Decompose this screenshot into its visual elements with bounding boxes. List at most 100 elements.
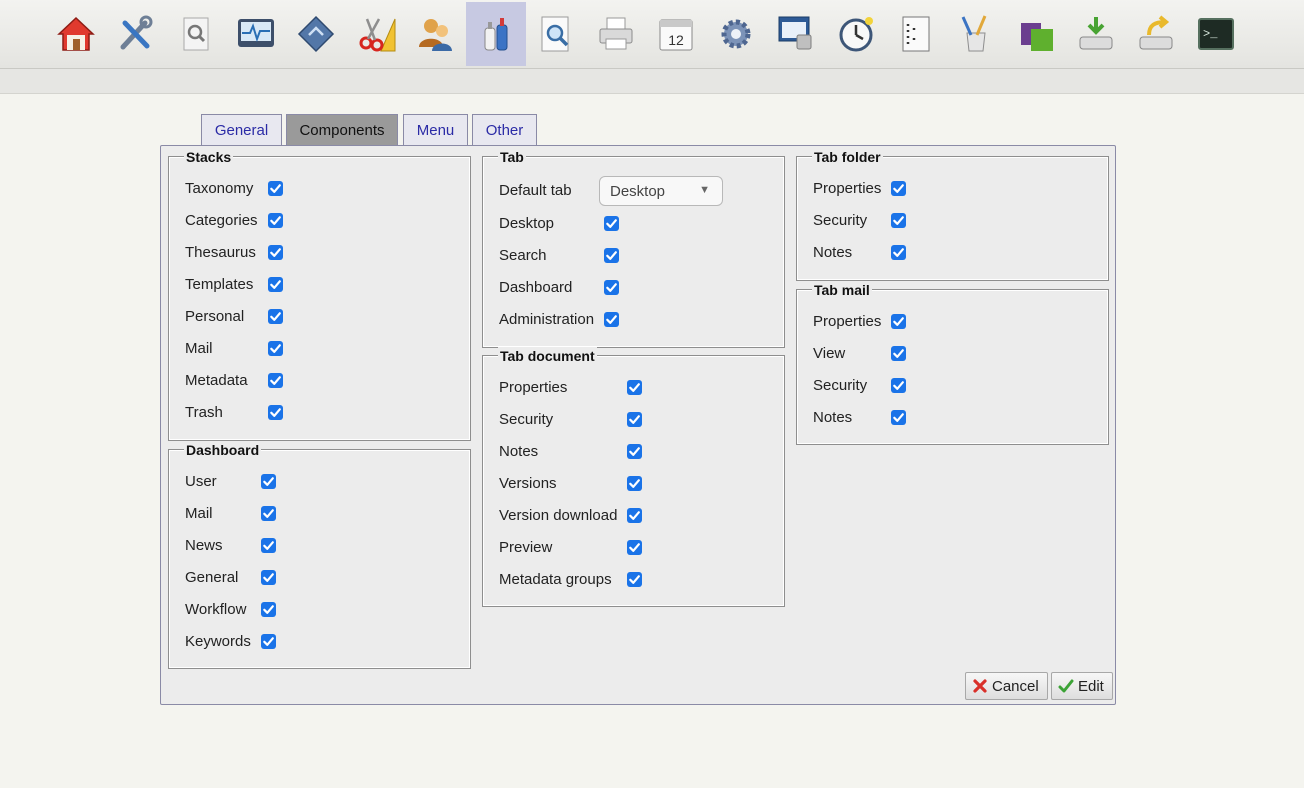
- default-tab-select[interactable]: Desktop ▼: [599, 176, 723, 206]
- stacks-checkbox-personal[interactable]: [268, 309, 283, 324]
- tab-folder-fieldset: Tab folder Properties Security Notes: [796, 148, 1109, 281]
- upload-drive-icon: [1139, 15, 1173, 50]
- dashboard-checkbox-mail[interactable]: [261, 506, 276, 521]
- toolbar-button-scissors[interactable]: [346, 2, 406, 66]
- toolbar-button-bottles[interactable]: [466, 2, 526, 66]
- search-document-icon: [183, 17, 209, 51]
- stacks-checkbox-taxonomy[interactable]: [268, 181, 283, 196]
- tools-icon: [120, 15, 153, 50]
- toolbar-button-home[interactable]: [46, 2, 106, 66]
- tab-label-administration: Administration: [499, 311, 595, 328]
- edit-label: Edit: [1078, 677, 1104, 695]
- tab-document-checkbox-versions[interactable]: [627, 476, 642, 491]
- stacks-label-trash: Trash: [185, 404, 223, 421]
- toolbar-button-calendar[interactable]: 12: [646, 2, 706, 66]
- tab-folder-checkbox-notes[interactable]: [891, 245, 906, 260]
- toolbar-button-clock[interactable]: [826, 2, 886, 66]
- stacks-checkbox-thesaurus[interactable]: [268, 245, 283, 260]
- stacks-label-taxonomy: Taxonomy: [185, 180, 254, 197]
- cubes-icon: [1021, 23, 1053, 51]
- stacks-checkbox-categories[interactable]: [268, 213, 283, 228]
- paintbrush-cup-icon: [961, 15, 987, 52]
- list-icon: [902, 16, 930, 52]
- main-toolbar: 12 >_: [0, 0, 1304, 69]
- stacks-label-thesaurus: Thesaurus: [185, 244, 256, 261]
- tab-label-desktop: Desktop: [499, 215, 555, 232]
- stacks-legend: Stacks: [184, 148, 234, 166]
- toolbar-button-terminal[interactable]: >_: [1186, 2, 1246, 66]
- stacks-checkbox-mail[interactable]: [268, 341, 283, 356]
- tab-checkbox-search[interactable]: [604, 248, 619, 263]
- tab-document-checkbox-notes[interactable]: [627, 444, 642, 459]
- toolbar-button-magnifier[interactable]: [526, 2, 586, 66]
- tab-mail-checkbox-properties[interactable]: [891, 314, 906, 329]
- toolbar-button-upload[interactable]: [1126, 2, 1186, 66]
- dashboard-checkbox-keywords[interactable]: [261, 634, 276, 649]
- toolbar-button-network[interactable]: [766, 2, 826, 66]
- components-panel: Stacks Taxonomy Categories Thesaurus Templa…: [160, 145, 1116, 705]
- tab-mail-label-notes: Notes: [813, 409, 853, 426]
- tab-document-checkbox-properties[interactable]: [627, 380, 642, 395]
- dashboard-legend: Dashboard: [184, 441, 262, 459]
- tab-mail-checkbox-notes[interactable]: [891, 410, 906, 425]
- dashboard-label-keywords: Keywords: [185, 633, 251, 650]
- stacks-checkbox-metadata[interactable]: [268, 373, 283, 388]
- tab-other[interactable]: Other: [472, 114, 537, 145]
- tab-mail-fieldset: Tab mail Properties View Security Notes: [796, 281, 1109, 445]
- tab-components[interactable]: Components: [286, 114, 398, 145]
- bottles-icon: [484, 18, 508, 51]
- toolbar-button-cubes[interactable]: [1006, 2, 1066, 66]
- toolbar-button-paint[interactable]: [946, 2, 1006, 66]
- calendar-icon: 12: [659, 19, 693, 51]
- toolbar-button-download[interactable]: [1066, 2, 1126, 66]
- dashboard-label-mail: Mail: [185, 505, 213, 522]
- tab-document-label-notes: Notes: [499, 443, 539, 460]
- tab-checkbox-desktop[interactable]: [604, 216, 619, 231]
- cancel-button[interactable]: Cancel: [965, 672, 1048, 700]
- tab-menu[interactable]: Menu: [403, 114, 468, 145]
- tab-folder-legend: Tab folder: [812, 148, 883, 166]
- tab-mail-checkbox-security[interactable]: [891, 378, 906, 393]
- stacks-label-personal: Personal: [185, 308, 245, 325]
- dashboard-checkbox-user[interactable]: [261, 474, 276, 489]
- download-drive-icon: [1079, 17, 1113, 50]
- tab-folder-label-notes: Notes: [813, 244, 853, 261]
- stacks-label-mail: Mail: [185, 340, 213, 357]
- tab-checkbox-administration[interactable]: [604, 312, 619, 327]
- tab-mail-label-security: Security: [813, 377, 868, 394]
- edit-button[interactable]: Edit: [1051, 672, 1113, 700]
- users-icon: [419, 19, 452, 51]
- svg-text:12: 12: [668, 32, 684, 48]
- stacks-checkbox-trash[interactable]: [268, 405, 283, 420]
- tab-document-fieldset: Tab document Properties Security Notes Vers…: [482, 347, 785, 607]
- magnifier-page-icon: [541, 16, 569, 52]
- tab-checkbox-dashboard[interactable]: [604, 280, 619, 295]
- dashboard-checkbox-news[interactable]: [261, 538, 276, 553]
- tab-label-dashboard: Dashboard: [499, 279, 573, 296]
- tab-document-checkbox-preview[interactable]: [627, 540, 642, 555]
- terminal-icon: >_: [1198, 18, 1234, 50]
- toolbar-button-users[interactable]: [406, 2, 466, 66]
- tab-mail-checkbox-view[interactable]: [891, 346, 906, 361]
- tab-folder-checkbox-security[interactable]: [891, 213, 906, 228]
- scissors-ruler-icon: [359, 18, 396, 52]
- tab-document-checkbox-security[interactable]: [627, 412, 642, 427]
- toolbar-button-settings[interactable]: [706, 2, 766, 66]
- tab-document-checkbox-metadata-groups[interactable]: [627, 572, 642, 587]
- dashboard-checkbox-general[interactable]: [261, 570, 276, 585]
- toolbar-button-stack[interactable]: [286, 2, 346, 66]
- stacks-checkbox-templates[interactable]: [268, 277, 283, 292]
- toolbar-button-monitor[interactable]: [226, 2, 286, 66]
- toolbar-button-search-document[interactable]: [166, 2, 226, 66]
- toolbar-button-tools[interactable]: [106, 2, 166, 66]
- dashboard-checkbox-workflow[interactable]: [261, 602, 276, 617]
- tab-general[interactable]: General: [201, 114, 282, 145]
- tab-document-legend: Tab document: [498, 347, 597, 365]
- tab-folder-checkbox-properties[interactable]: [891, 181, 906, 196]
- toolbar-button-printer[interactable]: [586, 2, 646, 66]
- toolbar-button-list[interactable]: [886, 2, 946, 66]
- tab-document-checkbox-version-download[interactable]: [627, 508, 642, 523]
- dashboard-label-news: News: [185, 537, 223, 554]
- tab-document-label-preview: Preview: [499, 539, 553, 556]
- stacks-label-metadata: Metadata: [185, 372, 248, 389]
